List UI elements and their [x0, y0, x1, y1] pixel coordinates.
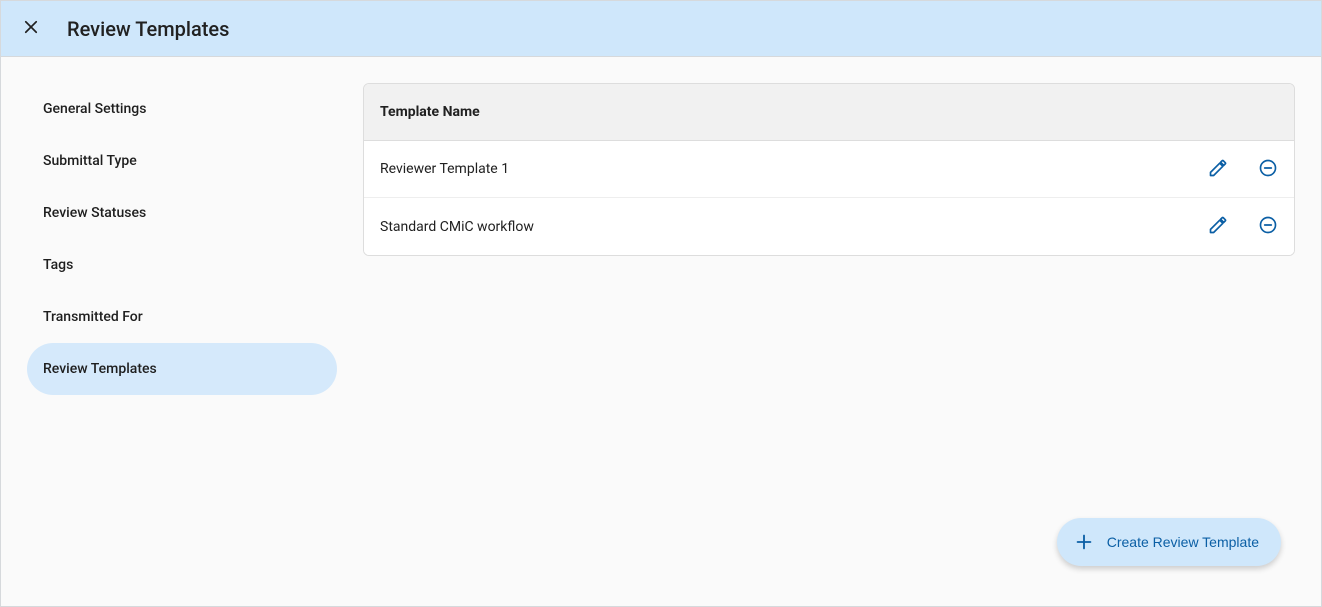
sidebar-item-label: Review Statuses: [43, 205, 146, 221]
sidebar-item-submittal-type[interactable]: Submittal Type: [27, 135, 337, 187]
remove-button[interactable]: [1258, 158, 1278, 181]
template-name: Standard CMiC workflow: [380, 219, 1208, 235]
settings-window: Review Templates General Settings Submit…: [0, 0, 1322, 607]
templates-table: Template Name Reviewer Template 1: [363, 83, 1295, 256]
row-actions: [1208, 215, 1278, 238]
sidebar-item-label: Submittal Type: [43, 153, 137, 169]
sidebar-item-transmitted-for[interactable]: Transmitted For: [27, 291, 337, 343]
edit-button[interactable]: [1208, 215, 1228, 238]
sidebar-item-general-settings[interactable]: General Settings: [27, 83, 337, 135]
edit-button[interactable]: [1208, 158, 1228, 181]
sidebar-item-label: Tags: [43, 257, 73, 273]
table-row: Reviewer Template 1: [364, 141, 1294, 198]
minus-circle-icon: [1258, 215, 1278, 238]
template-name: Reviewer Template 1: [380, 161, 1208, 177]
row-actions: [1208, 158, 1278, 181]
close-button[interactable]: [19, 17, 43, 41]
plus-icon: [1073, 531, 1095, 553]
sidebar-item-tags[interactable]: Tags: [27, 239, 337, 291]
dialog-header: Review Templates: [1, 1, 1321, 57]
sidebar-item-label: Transmitted For: [43, 309, 143, 325]
table-column-header: Template Name: [364, 84, 1294, 141]
sidebar-item-label: General Settings: [43, 101, 146, 117]
dialog-title: Review Templates: [67, 17, 229, 41]
create-review-template-button[interactable]: Create Review Template: [1057, 518, 1281, 566]
settings-sidebar: General Settings Submittal Type Review S…: [1, 57, 363, 606]
pencil-icon: [1208, 158, 1228, 181]
pencil-icon: [1208, 215, 1228, 238]
minus-circle-icon: [1258, 158, 1278, 181]
sidebar-item-review-statuses[interactable]: Review Statuses: [27, 187, 337, 239]
sidebar-item-review-templates[interactable]: Review Templates: [27, 343, 337, 395]
table-row: Standard CMiC workflow: [364, 198, 1294, 255]
sidebar-item-label: Review Templates: [43, 361, 157, 377]
remove-button[interactable]: [1258, 215, 1278, 238]
fab-label: Create Review Template: [1107, 534, 1259, 550]
close-icon: [22, 18, 40, 39]
